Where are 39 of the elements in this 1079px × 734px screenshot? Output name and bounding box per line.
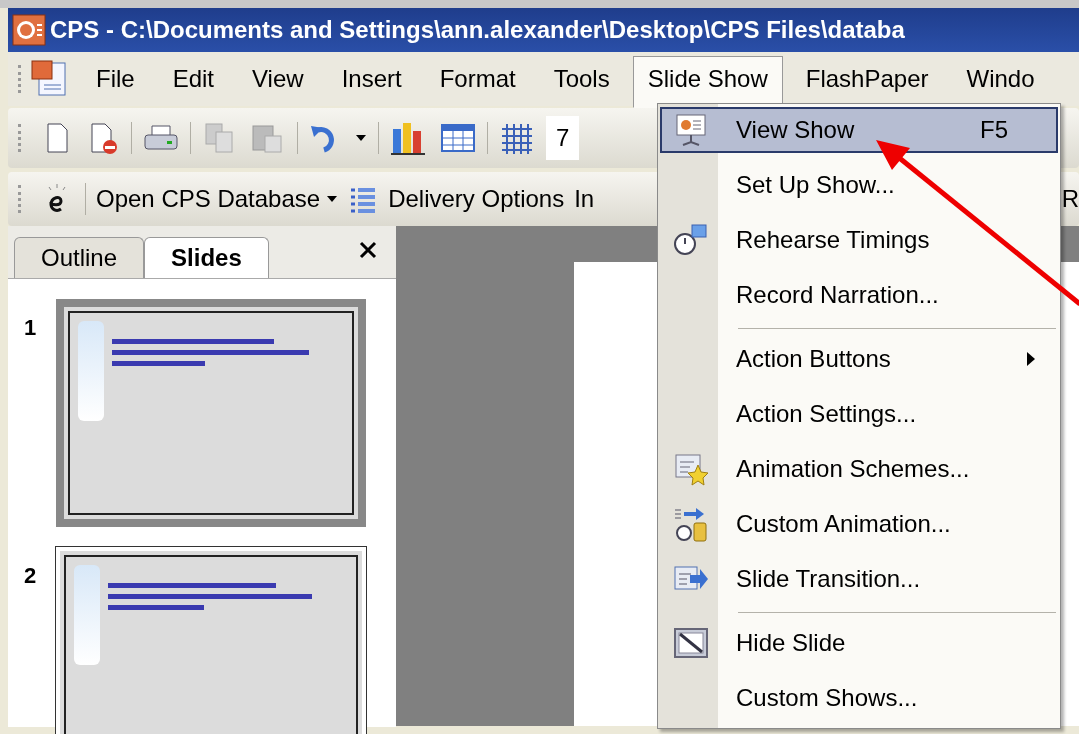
slide-number: 2 <box>24 562 38 589</box>
document-icon[interactable] <box>29 59 69 99</box>
slide-number: 1 <box>24 314 38 341</box>
menu-item[interactable]: View Show F5 <box>660 107 1058 153</box>
window-title: CPS - C:\Documents and Settings\ann.alexander\Desktop\CPS Files\databa <box>50 16 905 44</box>
menu-item[interactable]: Edit <box>157 56 230 102</box>
panel-tab[interactable]: Slides <box>144 237 269 278</box>
open-database-dropdown[interactable]: Open CPS Database <box>96 185 339 213</box>
hide-slide-icon <box>673 625 709 660</box>
menu-item[interactable]: Tools <box>538 56 625 102</box>
close-icon[interactable] <box>358 240 378 260</box>
menu-item[interactable]: Record Narration... <box>660 267 1058 322</box>
shortcut-text: F5 <box>980 116 1008 144</box>
menu-item[interactable]: Action Settings... <box>660 386 1058 441</box>
menu-item[interactable]: Custom Animation... <box>660 496 1058 551</box>
menu-item[interactable]: Set Up Show... <box>660 157 1058 212</box>
menu-item[interactable]: Insert <box>326 56 417 102</box>
submenu-arrow-icon <box>1026 350 1036 367</box>
menu-item[interactable]: Slide Transition... <box>660 551 1058 606</box>
panel-tab[interactable]: Outline <box>14 237 145 278</box>
caret-icon[interactable] <box>354 133 368 143</box>
slide-thumbnail[interactable] <box>56 299 366 527</box>
caret-icon <box>326 195 339 203</box>
toolbar-button[interactable]: R <box>1061 185 1079 213</box>
toolbar-button[interactable]: In <box>574 185 595 213</box>
stopwatch-icon <box>672 221 710 258</box>
delivery-options-button[interactable]: Delivery Options <box>388 185 565 213</box>
menu-item[interactable]: Format <box>424 56 531 102</box>
menu-item[interactable]: Custom Shows... <box>660 670 1058 725</box>
menu-item[interactable]: Slide Show <box>632 56 783 108</box>
menu-item[interactable]: Windo <box>951 56 1050 102</box>
menu-item[interactable]: View <box>237 56 319 102</box>
projector-screen-icon <box>673 112 709 148</box>
menu-item[interactable]: Animation Schemes... <box>660 441 1058 496</box>
zoom-field[interactable]: 7 <box>546 116 580 160</box>
menu-item[interactable]: File <box>81 56 150 102</box>
menu-item[interactable]: FlashPaper <box>790 56 944 102</box>
menu-item[interactable]: Rehearse Timings <box>660 212 1058 267</box>
app-icon <box>12 14 46 46</box>
